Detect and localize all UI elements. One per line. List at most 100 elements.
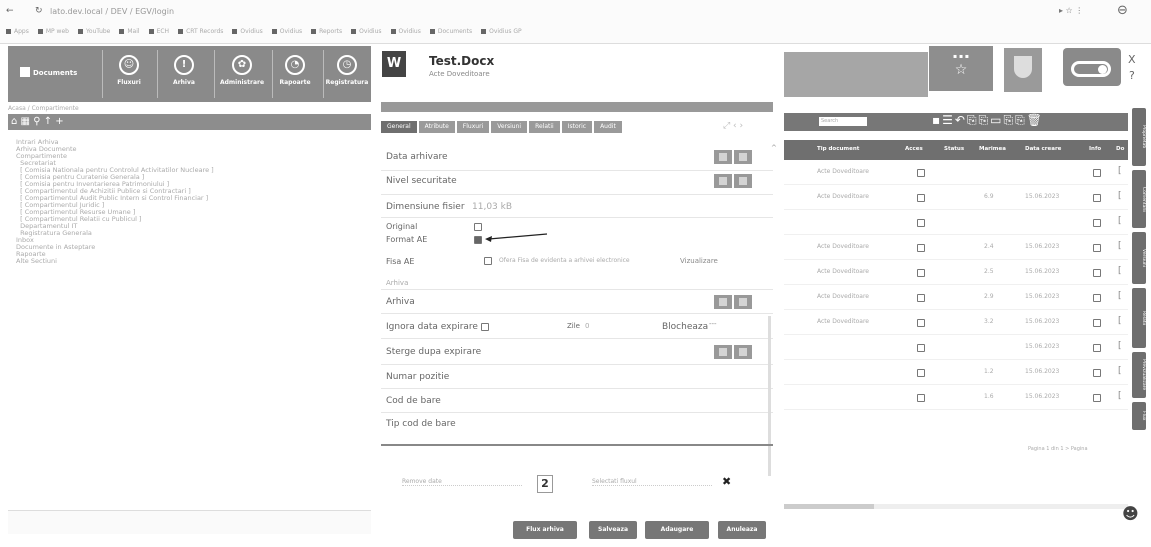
column-header[interactable]: Info <box>1089 146 1101 152</box>
add-button[interactable]: Adaugare <box>645 521 709 539</box>
bookmark-item[interactable]: Documents <box>429 28 472 35</box>
more-icon[interactable]: [ <box>1118 291 1122 301</box>
tree-item[interactable]: [ Compartimentul Juridic ] <box>16 202 371 209</box>
back-icon[interactable]: ← <box>6 6 14 16</box>
bookmark-item[interactable]: Ovidius <box>351 28 382 35</box>
side-tab[interactable]: Versiuni <box>1132 232 1146 284</box>
info-icon[interactable] <box>1093 394 1101 402</box>
vizualizare-link[interactable]: Vizualizare <box>680 257 718 265</box>
up-arrow-icon[interactable]: ↑ <box>44 116 52 127</box>
bookmark-item[interactable]: Reports <box>311 28 342 35</box>
ignora-data-checkbox[interactable] <box>481 323 489 331</box>
tree-item[interactable]: Secretariat <box>16 160 371 167</box>
more-icon[interactable]: [ <box>1118 316 1122 326</box>
close-icon[interactable]: ✖ <box>722 475 731 488</box>
bookmark-item[interactable]: Apps <box>6 28 29 35</box>
search-icon[interactable]: ⚲ <box>33 116 40 127</box>
add-icon[interactable]: + <box>55 116 63 127</box>
more-icon[interactable]: [ <box>1118 216 1122 226</box>
table-row[interactable]: Acte Doveditoare [ <box>784 160 1128 185</box>
clear-button[interactable] <box>734 174 752 188</box>
table-row[interactable]: Acte Doveditoare 3.2 15.06.2023 [ <box>784 310 1128 335</box>
tree-item[interactable]: Rapoarte <box>16 251 371 258</box>
column-header[interactable]: Data creare <box>1025 146 1061 152</box>
home-icon[interactable]: ⌂ <box>11 116 17 127</box>
horizontal-scrollbar[interactable] <box>784 504 1128 509</box>
more-icon[interactable]: [ <box>1118 341 1122 351</box>
bookmark-item[interactable]: Ovidius <box>271 28 302 35</box>
reload-icon[interactable]: ↻ <box>35 6 43 16</box>
side-tab[interactable]: Previzualizare <box>1132 352 1146 398</box>
tree-item[interactable]: [ Compartimentul Relatii cu Publicul ] <box>16 216 371 223</box>
more-icon[interactable]: [ <box>1118 166 1122 176</box>
blocheaza-value[interactable]: --- <box>709 320 717 328</box>
table-row[interactable]: 1.6 15.06.2023 [ <box>784 385 1128 410</box>
fisa-ae-checkbox[interactable] <box>484 257 492 265</box>
info-icon[interactable] <box>1093 319 1101 327</box>
info-icon[interactable] <box>1093 169 1101 177</box>
cancel-button[interactable]: Anuleaza <box>718 521 766 539</box>
bookmark-item[interactable]: Ovidius <box>232 28 263 35</box>
tree-item[interactable]: Compartimente <box>16 153 371 160</box>
bookmark-item[interactable]: CRT Records <box>178 28 223 35</box>
more-icon[interactable]: [ <box>1118 391 1122 401</box>
help-icon[interactable]: ? <box>1129 69 1135 82</box>
profile-icon[interactable]: ⊖ <box>1117 3 1128 18</box>
module-arhiva[interactable]: ! Arhiva <box>158 46 210 102</box>
module-documents[interactable]: Documents <box>14 46 98 102</box>
toolbar-icons[interactable]: ▪☰↶⎘⎘▭⎘⎘🗑 <box>932 113 1044 128</box>
url-bar[interactable]: lato.dev.local / DEV / EGV/login <box>50 7 174 16</box>
clear-button[interactable] <box>734 295 752 309</box>
table-row[interactable]: Acte Doveditoare 2.5 15.06.2023 [ <box>784 260 1128 285</box>
chat-bot-icon[interactable]: ☻ <box>1122 504 1139 523</box>
bookmark-item[interactable]: Ovidius <box>390 28 421 35</box>
tree-item[interactable]: Registratura Generala <box>16 230 371 237</box>
column-header[interactable]: Do <box>1116 146 1124 152</box>
info-icon[interactable] <box>1093 269 1101 277</box>
tab-fluxuri[interactable]: Fluxuri <box>456 121 490 133</box>
table-row[interactable]: Acte Doveditoare 2.9 15.06.2023 [ <box>784 285 1128 310</box>
clear-button[interactable] <box>734 345 752 359</box>
original-checkbox[interactable] <box>474 223 482 231</box>
tab-audit[interactable]: Audit <box>594 121 622 133</box>
tree-item[interactable]: [ Comisia pentru Curatenie Generala ] <box>16 174 371 181</box>
column-header[interactable]: Marimea <box>979 146 1006 152</box>
module-rapoarte[interactable]: ◔ Rapoarte <box>272 46 318 102</box>
tree-item[interactable]: Arhiva Documente <box>16 146 371 153</box>
table-row[interactable]: Acte Doveditoare 6.9 15.06.2023 [ <box>784 185 1128 210</box>
side-tab[interactable]: Flux <box>1132 402 1146 430</box>
tree-item[interactable]: [ Compartimentul Audit Public Intern si … <box>16 195 371 202</box>
tree-item[interactable]: [ Comisia pentru Inventarierea Patrimoni… <box>16 181 371 188</box>
select-flux-field[interactable]: Selectati fluxul <box>592 478 712 486</box>
tree-item[interactable]: Departamentul IT <box>16 223 371 230</box>
table-row[interactable]: [ <box>784 210 1128 235</box>
tree-item[interactable]: Inbox <box>16 237 371 244</box>
side-tab[interactable]: Comentarii <box>1132 170 1146 228</box>
scroll-up-icon[interactable]: ^ <box>771 144 777 152</box>
edit-button[interactable] <box>714 150 732 164</box>
more-icon[interactable]: [ <box>1118 266 1122 276</box>
edit-button[interactable] <box>714 174 732 188</box>
remove-date-field[interactable]: Remove date <box>402 478 522 486</box>
bookmark-item[interactable]: MP web <box>37 28 69 35</box>
pagination[interactable]: Pagina 1 din 1 > Pagina <box>1028 446 1088 452</box>
flux-arhiva-button[interactable]: Flux arhiva <box>513 521 577 539</box>
column-header[interactable]: Status <box>944 146 964 152</box>
user-toggle-panel[interactable] <box>1063 48 1121 86</box>
module-administrare[interactable]: ✿ Administrare <box>214 46 270 102</box>
bookmark-item[interactable]: ECH <box>148 28 169 35</box>
tree-item[interactable]: [ Compartimentul Resurse Umane ] <box>16 209 371 216</box>
more-icon[interactable]: [ <box>1118 191 1122 201</box>
dialog-scrollbar[interactable] <box>768 316 771 476</box>
info-icon[interactable] <box>1093 194 1101 202</box>
tab-versiuni[interactable]: Versiuni <box>491 121 528 133</box>
module-fluxuri[interactable]: ☺ Fluxuri <box>103 46 155 102</box>
info-icon[interactable] <box>1093 369 1101 377</box>
edit-button[interactable] <box>714 295 732 309</box>
save-button[interactable]: Salveaza <box>589 521 637 539</box>
table-row[interactable]: Acte Doveditoare 2.4 15.06.2023 [ <box>784 235 1128 260</box>
tree-item[interactable]: Alte Sectiuni <box>16 258 371 265</box>
edit-button[interactable] <box>714 345 732 359</box>
info-icon[interactable] <box>1093 344 1101 352</box>
list-icon[interactable]: ▦ <box>21 116 30 127</box>
